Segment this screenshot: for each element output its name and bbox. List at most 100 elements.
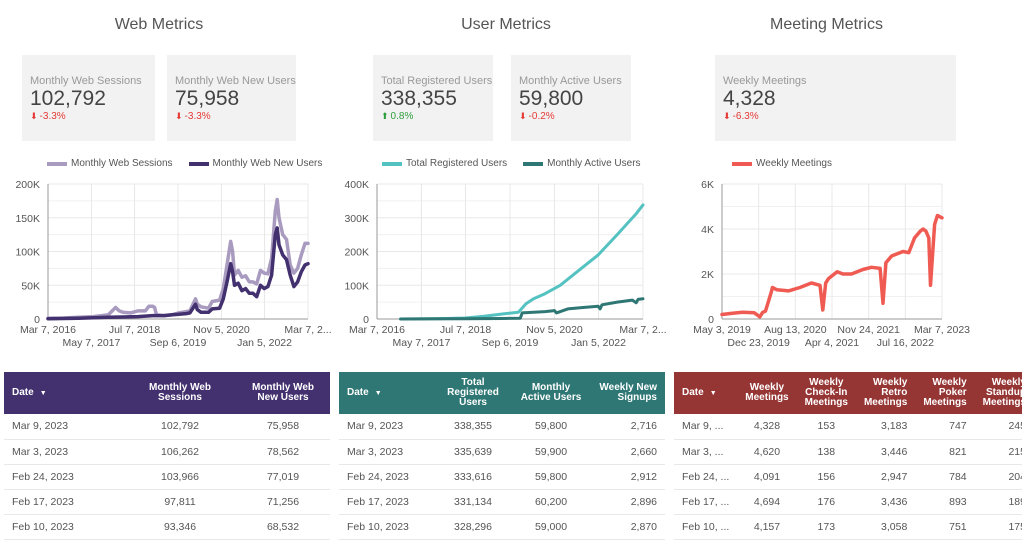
cell-value: 93,346 [124,514,236,540]
y-tick-label: 300K [344,213,369,225]
column-header-label: Date [347,386,369,398]
table-row[interactable]: Feb 10, 2023 93,346 68,532 [4,514,330,540]
cell-value: 2,660 [591,439,665,465]
cell-value: 77,019 [236,464,330,490]
cell-date: Feb 24, ... [674,464,738,490]
sort-desc-icon[interactable]: ▼ [710,390,717,397]
table-row[interactable]: Mar 3, ...4,6201383,446821215 [674,439,1022,465]
cell-date: Feb 10, 2023 [339,514,435,540]
table-row[interactable]: Mar 9, ...4,3281533,183747245 [674,414,1022,440]
scorecard-weekly-meetings[interactable]: Weekly Meetings 4,328 ⬇ -6.3% [715,55,956,141]
scorecard-delta: ⬇ -3.3% [175,111,296,122]
delta-value: -0.2% [528,111,555,122]
column-header-weekly-standup-meetings[interactable]: Weekly Standup Meetings [975,372,1022,414]
column-header-total-registered-users[interactable]: Total Registered Users [435,372,511,414]
table-row[interactable]: Feb 17, ...4,6941763,436893189 [674,489,1022,515]
cell-value: 60,200 [511,489,591,515]
legend-swatch [732,161,752,166]
y-tick-label: 4K [701,224,714,236]
cell-value: 68,532 [236,514,330,540]
cell-value: 78,562 [236,439,330,465]
scorecard-total-registered-users[interactable]: Total Registered Users 338,355 ⬆ 0.8% [373,55,493,141]
legend-item-weekly-meetings[interactable]: Weekly Meetings [732,158,832,169]
column-header-weekly-check-in-meetings[interactable]: Weekly Check-In Meetings [797,372,856,414]
table-row[interactable]: Feb 17, 2023 97,811 71,256 [4,489,330,515]
legend-item-monthly-web-new-users[interactable]: Monthly Web New Users [188,158,322,169]
web-metrics-table: Date ▼ Monthly Web Sessions Monthly Web N… [4,372,330,540]
table-row[interactable]: Mar 3, 2023 335,639 59,900 2,660 [339,439,665,465]
table-row[interactable]: Feb 17, 2023 331,134 60,200 2,896 [339,489,665,515]
cell-value: 747 [915,414,975,440]
column-header-date[interactable]: Date ▼ [4,372,124,414]
x-tick-label: Mar 7, 2023 [914,324,970,336]
x-tick-label: May 3, 2019 [693,324,751,336]
column-header-monthly-active-users[interactable]: Monthly Active Users [511,372,591,414]
column-header-monthly-web-new-users[interactable]: Monthly Web New Users [236,372,330,414]
cell-date: Feb 24, 2023 [4,464,124,490]
x-tick-label: Jan 5, 2022 [237,337,292,349]
table-row[interactable]: Feb 24, 2023 103,966 77,019 [4,464,330,490]
scorecard-delta: ⬇ -0.2% [519,111,631,122]
cell-value: 784 [915,464,975,490]
y-tick-label: 2K [701,269,714,281]
table-header-row: Date ▼ Monthly Web Sessions Monthly Web N… [4,372,330,414]
scorecard-value: 75,958 [175,87,240,110]
cell-date: Feb 10, 2023 [4,514,124,540]
table-row[interactable]: Mar 3, 2023 106,262 78,562 [4,439,330,465]
column-header-weekly-poker-meetings[interactable]: Weekly Poker Meetings [915,372,974,414]
scorecard-monthly-web-sessions[interactable]: Monthly Web Sessions 102,792 ⬇ -3.3% [22,55,155,141]
y-tick-label: 6K [701,179,714,191]
column-header-weekly-new-signups[interactable]: Weekly New Signups [591,372,665,414]
arrow-down-icon: ⬇ [30,111,38,121]
x-tick-label: Nov 5, 2020 [526,324,583,336]
cell-date: Mar 3, ... [674,439,738,465]
cell-value: 97,811 [124,489,236,515]
column-header-weekly-meetings[interactable]: Weekly Meetings [737,372,796,414]
x-tick-label: Nov 5, 2020 [193,324,250,336]
cell-value: 2,870 [591,514,665,540]
cell-date: Feb 17, 2023 [339,489,435,515]
meeting-metrics-chart[interactable]: 02K4K6KMay 3, 2019Dec 23, 2019Aug 13, 20… [670,175,1022,355]
scorecard-monthly-active-users[interactable]: Monthly Active Users 59,800 ⬇ -0.2% [511,55,631,141]
legend-item-monthly-web-sessions[interactable]: Monthly Web Sessions [47,158,173,169]
x-tick-label: Jan 5, 2022 [571,337,626,349]
table-row[interactable]: Feb 10, ...4,1571733,058751175 [674,514,1022,540]
column-header-date[interactable]: Date ▼ [674,372,737,414]
y-tick-label: 400K [344,179,369,191]
scorecard-delta: ⬇ -3.3% [30,111,155,122]
cell-value: 893 [915,489,975,515]
table-row[interactable]: Feb 24, 2023 333,616 59,800 2,912 [339,464,665,490]
legend-swatch [523,161,544,166]
x-tick-label: Jul 7, 2018 [440,324,492,336]
x-tick-label: Mar 7, 2016 [20,324,76,336]
sort-desc-icon[interactable]: ▼ [375,390,382,397]
table-row[interactable]: Mar 9, 2023 338,355 59,800 2,716 [339,414,665,440]
cell-value: 75,958 [236,414,330,440]
scorecard-label: Monthly Active Users [519,75,622,87]
arrow-down-icon: ⬇ [723,111,731,121]
user-metrics-chart[interactable]: 0100K200K300K400KMar 7, 2016May 7, 2017J… [335,175,670,355]
delta-value: -3.3% [184,111,211,122]
legend-item-total-registered-users[interactable]: Total Registered Users [382,158,507,169]
cell-date: Mar 3, 2023 [4,439,124,465]
table-row[interactable]: Mar 9, 2023 102,792 75,958 [4,414,330,440]
user-chart-legend: Total Registered Users Monthly Active Us… [382,158,641,169]
column-header-date[interactable]: Date ▼ [339,372,435,414]
scorecard-monthly-web-new-users[interactable]: Monthly Web New Users 75,958 ⬇ -3.3% [167,55,296,141]
web-metrics-chart[interactable]: 050K100K150K200KMar 7, 2016May 7, 2017Ju… [0,175,335,355]
table-row[interactable]: Feb 10, 2023 328,296 59,000 2,870 [339,514,665,540]
sort-desc-icon[interactable]: ▼ [40,390,47,397]
column-header-monthly-web-sessions[interactable]: Monthly Web Sessions [124,372,236,414]
legend-label: Monthly Active Users [547,158,641,169]
table-row[interactable]: Feb 24, ...4,0911562,947784204 [674,464,1022,490]
meeting-metrics-table: Date ▼ Weekly Meetings Weekly Check-In Me… [674,372,1022,540]
legend-item-monthly-active-users[interactable]: Monthly Active Users [523,158,641,169]
cell-value: 138 [796,439,856,465]
cell-value: 71,256 [236,489,330,515]
web-metrics-title: Web Metrics [114,16,204,33]
cell-value: 821 [915,439,975,465]
cell-value: 102,792 [124,414,236,440]
cell-value: 175 [974,514,1022,540]
column-header-weekly-retro-meetings[interactable]: Weekly Retro Meetings [856,372,915,414]
x-tick-label: Mar 7, 2... [619,324,666,336]
